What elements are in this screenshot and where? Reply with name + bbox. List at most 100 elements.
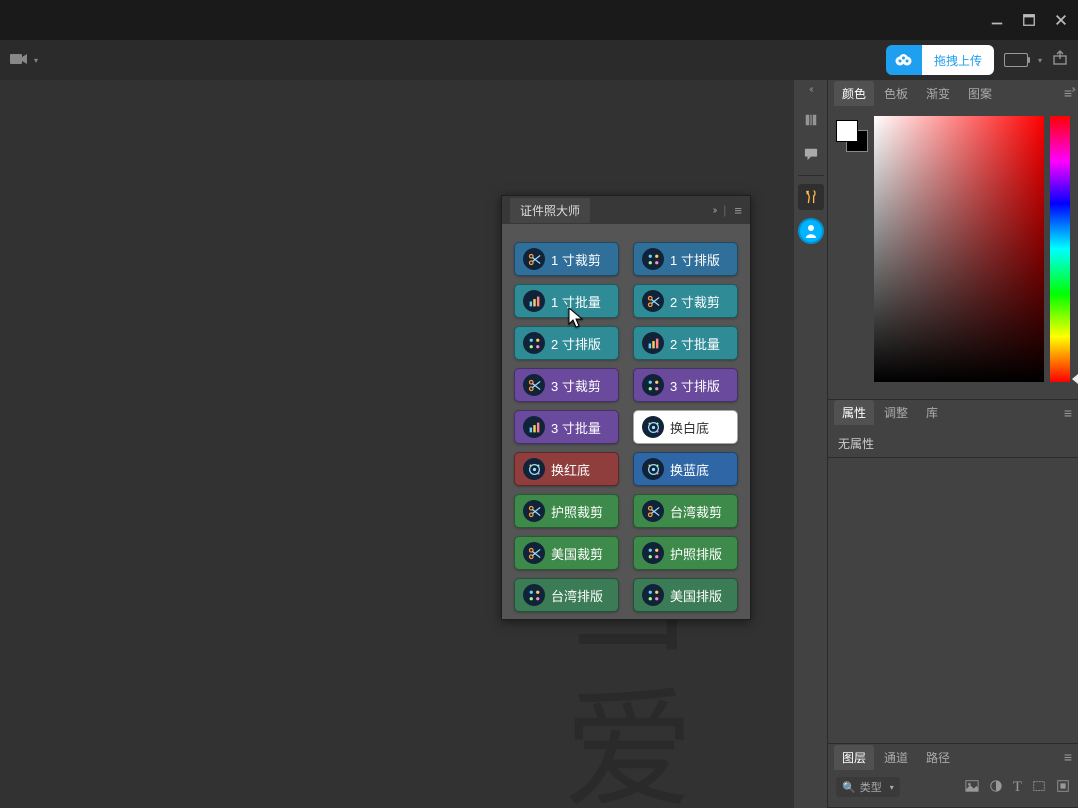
filter-image-icon[interactable] bbox=[965, 779, 979, 796]
color-panel-tabs: 颜色 色板 渐变 图案 ≡ bbox=[828, 80, 1078, 106]
properties-panel: 属性 调整 库 ≡ 无属性 bbox=[828, 400, 1078, 458]
plugin-action-label: 台湾裁剪 bbox=[670, 502, 722, 521]
plugin-action-label: 换白底 bbox=[670, 418, 709, 437]
plugin-action-label: 3 寸排版 bbox=[670, 376, 720, 395]
scissors-icon bbox=[523, 374, 545, 396]
collapse-chevron-right-icon[interactable]: ›› bbox=[1071, 84, 1074, 95]
color-field[interactable] bbox=[874, 116, 1044, 382]
chart-icon bbox=[523, 290, 545, 312]
tab-library[interactable]: 库 bbox=[918, 400, 946, 425]
plugin-action-8[interactable]: 3 寸批量 bbox=[514, 410, 619, 444]
layer-type-filter[interactable]: 🔍 类型 ▾ bbox=[836, 777, 900, 797]
grid-icon bbox=[642, 542, 664, 564]
filter-shape-icon[interactable] bbox=[1032, 779, 1046, 796]
avatar-icon[interactable] bbox=[798, 218, 824, 244]
comment-icon[interactable] bbox=[798, 141, 824, 167]
scissors-icon bbox=[523, 542, 545, 564]
cloud-icon bbox=[886, 45, 922, 75]
tab-gradient[interactable]: 渐变 bbox=[918, 81, 958, 106]
plugin-action-0[interactable]: 1 寸裁剪 bbox=[514, 242, 619, 276]
tab-pattern[interactable]: 图案 bbox=[960, 81, 1000, 106]
tab-properties[interactable]: 属性 bbox=[834, 400, 874, 425]
plugin-collapse-icon[interactable]: ›› bbox=[713, 205, 716, 216]
plugin-action-16[interactable]: 台湾排版 bbox=[514, 578, 619, 612]
camera-icon[interactable] bbox=[10, 52, 28, 69]
chevron-down-icon[interactable]: ▾ bbox=[1038, 56, 1042, 65]
fg-color-swatch[interactable] bbox=[836, 120, 858, 142]
scissors-icon bbox=[523, 500, 545, 522]
grid-icon bbox=[642, 374, 664, 396]
id-photo-plugin-panel: 证件照大师 ›› | ≡ 1 寸裁剪 1 寸排版 1 寸批量 2 寸裁剪 2 寸排版 2 … bbox=[501, 195, 751, 620]
window-close-button[interactable] bbox=[1052, 11, 1070, 29]
share-icon[interactable] bbox=[1052, 50, 1068, 71]
window-titlebar bbox=[0, 0, 1078, 40]
plugin-action-10[interactable]: 换红底 bbox=[514, 452, 619, 486]
properties-empty-text: 无属性 bbox=[838, 437, 874, 451]
hue-slider-handle-icon[interactable] bbox=[1072, 374, 1078, 384]
window-minimize-button[interactable] bbox=[988, 11, 1006, 29]
plugin-title: 证件照大师 bbox=[510, 198, 590, 223]
scissors-icon bbox=[642, 500, 664, 522]
battery-icon[interactable] bbox=[1004, 53, 1028, 67]
layers-panel: 图层 通道 路径 ≡ 🔍 类型 ▾ T bbox=[828, 744, 1078, 808]
top-toolbar: ▾ 拖拽上传 ▾ bbox=[0, 40, 1078, 80]
plugin-action-12[interactable]: 护照裁剪 bbox=[514, 494, 619, 528]
hue-slider[interactable] bbox=[1050, 116, 1070, 382]
history-icon[interactable] bbox=[798, 107, 824, 133]
plugin-action-label: 换蓝底 bbox=[670, 460, 709, 479]
plugin-action-label: 3 寸裁剪 bbox=[551, 376, 601, 395]
color-panel: ›› 颜色 色板 渐变 图案 ≡ bbox=[828, 80, 1078, 400]
tab-paths[interactable]: 路径 bbox=[918, 745, 958, 770]
vertical-tool-strip: ‹‹ bbox=[794, 80, 828, 808]
filter-adjust-icon[interactable] bbox=[989, 779, 1003, 796]
plugin-action-14[interactable]: 美国裁剪 bbox=[514, 536, 619, 570]
collapse-chevron-left-icon[interactable]: ‹‹ bbox=[809, 84, 812, 95]
plugin-action-label: 2 寸批量 bbox=[670, 334, 720, 353]
plugin-menu-icon[interactable]: ≡ bbox=[734, 203, 742, 218]
panel-menu-icon[interactable]: ≡ bbox=[1064, 749, 1072, 765]
filter-smart-icon[interactable] bbox=[1056, 779, 1070, 796]
scissors-icon bbox=[642, 290, 664, 312]
plugin-action-label: 换红底 bbox=[551, 460, 590, 479]
disc-icon bbox=[523, 458, 545, 480]
chevron-down-icon[interactable]: ▾ bbox=[34, 56, 38, 65]
disc-icon bbox=[642, 416, 664, 438]
tab-color[interactable]: 颜色 bbox=[834, 81, 874, 106]
plugin-action-4[interactable]: 2 寸排版 bbox=[514, 326, 619, 360]
plugin-action-2[interactable]: 1 寸批量 bbox=[514, 284, 619, 318]
tab-channels[interactable]: 通道 bbox=[876, 745, 916, 770]
plugin-action-7[interactable]: 3 寸排版 bbox=[633, 368, 738, 402]
cloud-upload-label: 拖拽上传 bbox=[922, 45, 994, 75]
plugin-action-label: 1 寸裁剪 bbox=[551, 250, 601, 269]
layer-type-label: 类型 bbox=[860, 779, 882, 795]
plugin-action-label: 1 寸排版 bbox=[670, 250, 720, 269]
panel-menu-icon[interactable]: ≡ bbox=[1064, 405, 1072, 421]
plugin-action-13[interactable]: 台湾裁剪 bbox=[633, 494, 738, 528]
chart-icon bbox=[523, 416, 545, 438]
window-maximize-button[interactable] bbox=[1020, 11, 1038, 29]
fg-bg-swatch[interactable] bbox=[836, 120, 868, 152]
grid-icon bbox=[523, 332, 545, 354]
tab-layers[interactable]: 图层 bbox=[834, 745, 874, 770]
search-icon: 🔍 bbox=[842, 781, 856, 794]
plugin-action-label: 护照裁剪 bbox=[551, 502, 603, 521]
plugin-action-15[interactable]: 护照排版 bbox=[633, 536, 738, 570]
filter-text-icon[interactable]: T bbox=[1013, 779, 1022, 796]
plugin-action-11[interactable]: 换蓝底 bbox=[633, 452, 738, 486]
right-panel-column: ‹‹ ›› 颜色 色板 渐变 图案 bbox=[794, 80, 1078, 808]
tab-swatches[interactable]: 色板 bbox=[876, 81, 916, 106]
plugin-action-label: 台湾排版 bbox=[551, 586, 603, 605]
cloud-upload-button[interactable]: 拖拽上传 bbox=[886, 45, 994, 75]
plugin-action-5[interactable]: 2 寸批量 bbox=[633, 326, 738, 360]
plugin-action-6[interactable]: 3 寸裁剪 bbox=[514, 368, 619, 402]
tab-adjust[interactable]: 调整 bbox=[876, 400, 916, 425]
plugin-action-label: 1 寸批量 bbox=[551, 292, 601, 311]
chevron-down-icon: ▾ bbox=[890, 783, 894, 792]
grid-icon bbox=[642, 248, 664, 270]
plugin-action-1[interactable]: 1 寸排版 bbox=[633, 242, 738, 276]
plugin-action-3[interactable]: 2 寸裁剪 bbox=[633, 284, 738, 318]
utensils-icon[interactable] bbox=[798, 184, 824, 210]
plugin-header[interactable]: 证件照大师 ›› | ≡ bbox=[502, 196, 750, 224]
plugin-action-17[interactable]: 美国排版 bbox=[633, 578, 738, 612]
plugin-action-9[interactable]: 换白底 bbox=[633, 410, 738, 444]
